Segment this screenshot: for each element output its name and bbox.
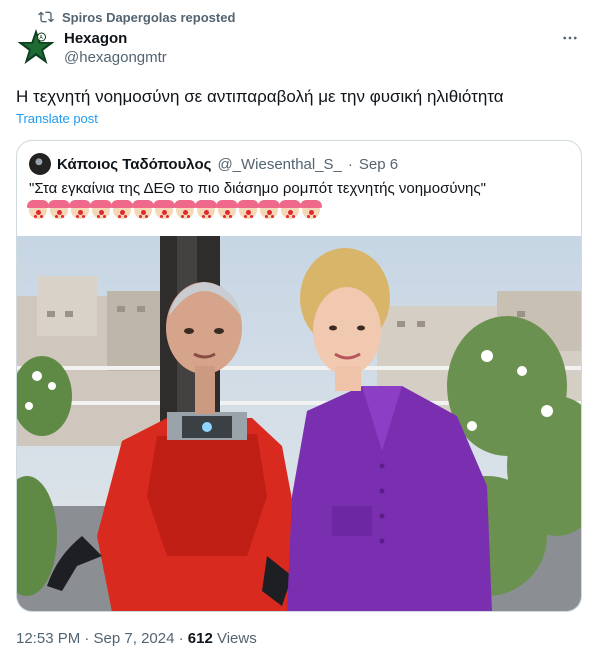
author-block[interactable]: Hexagon @hexagongmtr <box>64 30 167 68</box>
clown-face-icon <box>27 200 49 220</box>
clown-face-icon <box>300 200 322 220</box>
svg-text:A: A <box>39 35 43 41</box>
clown-face-icon <box>237 200 259 220</box>
clown-face-icon <box>153 200 175 220</box>
quoted-author-avatar[interactable] <box>29 153 51 175</box>
quoted-post[interactable]: Κάποιος Ταδόπουλος @_Wiesenthal_S_ · Sep… <box>16 140 582 612</box>
repost-indicator[interactable]: Spiros Dapergolas reposted <box>38 8 235 26</box>
author-handle[interactable]: @hexagongmtr <box>64 48 167 68</box>
clown-face-icon <box>216 200 238 220</box>
clown-face-icon <box>111 200 133 220</box>
translate-post-link[interactable]: Translate post <box>16 111 98 126</box>
more-dots-icon[interactable] <box>560 28 580 48</box>
clown-face-icon <box>174 200 196 220</box>
clown-face-icon <box>48 200 70 220</box>
green-star-avatar[interactable]: A <box>16 28 56 68</box>
quoted-post-text: "Στα εγκαίνια της ΔΕΘ το πιο διάσημο ρομ… <box>29 180 486 197</box>
author-name[interactable]: Hexagon <box>64 30 167 48</box>
clown-face-icon <box>195 200 217 220</box>
post-metadata: 12:53 PM · Sep 7, 2024 · 612 Views <box>16 630 257 647</box>
clown-face-icon <box>258 200 280 220</box>
views-label: Views <box>212 630 257 647</box>
views-count: 612 <box>187 630 213 647</box>
humanoid-robot-and-woman-photo[interactable] <box>17 236 581 612</box>
meta-separator: · <box>347 155 353 173</box>
clown-face-icon <box>90 200 112 220</box>
clown-face-icon <box>132 200 154 220</box>
clown-emoji-row <box>27 200 322 220</box>
clown-face-icon <box>69 200 91 220</box>
quoted-author-name[interactable]: Κάποιος Ταδόπουλος <box>57 156 211 173</box>
repost-text: Spiros Dapergolas reposted <box>62 9 236 25</box>
post-text: Η τεχνητή νοημοσύνη σε αντιπαραβολή με τ… <box>16 87 504 106</box>
quoted-post-header: Κάποιος Ταδόπουλος @_Wiesenthal_S_ · Sep… <box>29 153 398 175</box>
clown-face-icon <box>279 200 301 220</box>
post-timestamp[interactable]: 12:53 PM · Sep 7, 2024 · <box>16 630 188 647</box>
repost-icon <box>38 11 54 23</box>
quoted-author-handle[interactable]: @_Wiesenthal_S_ <box>217 156 341 173</box>
quoted-post-date[interactable]: Sep 6 <box>359 156 398 173</box>
